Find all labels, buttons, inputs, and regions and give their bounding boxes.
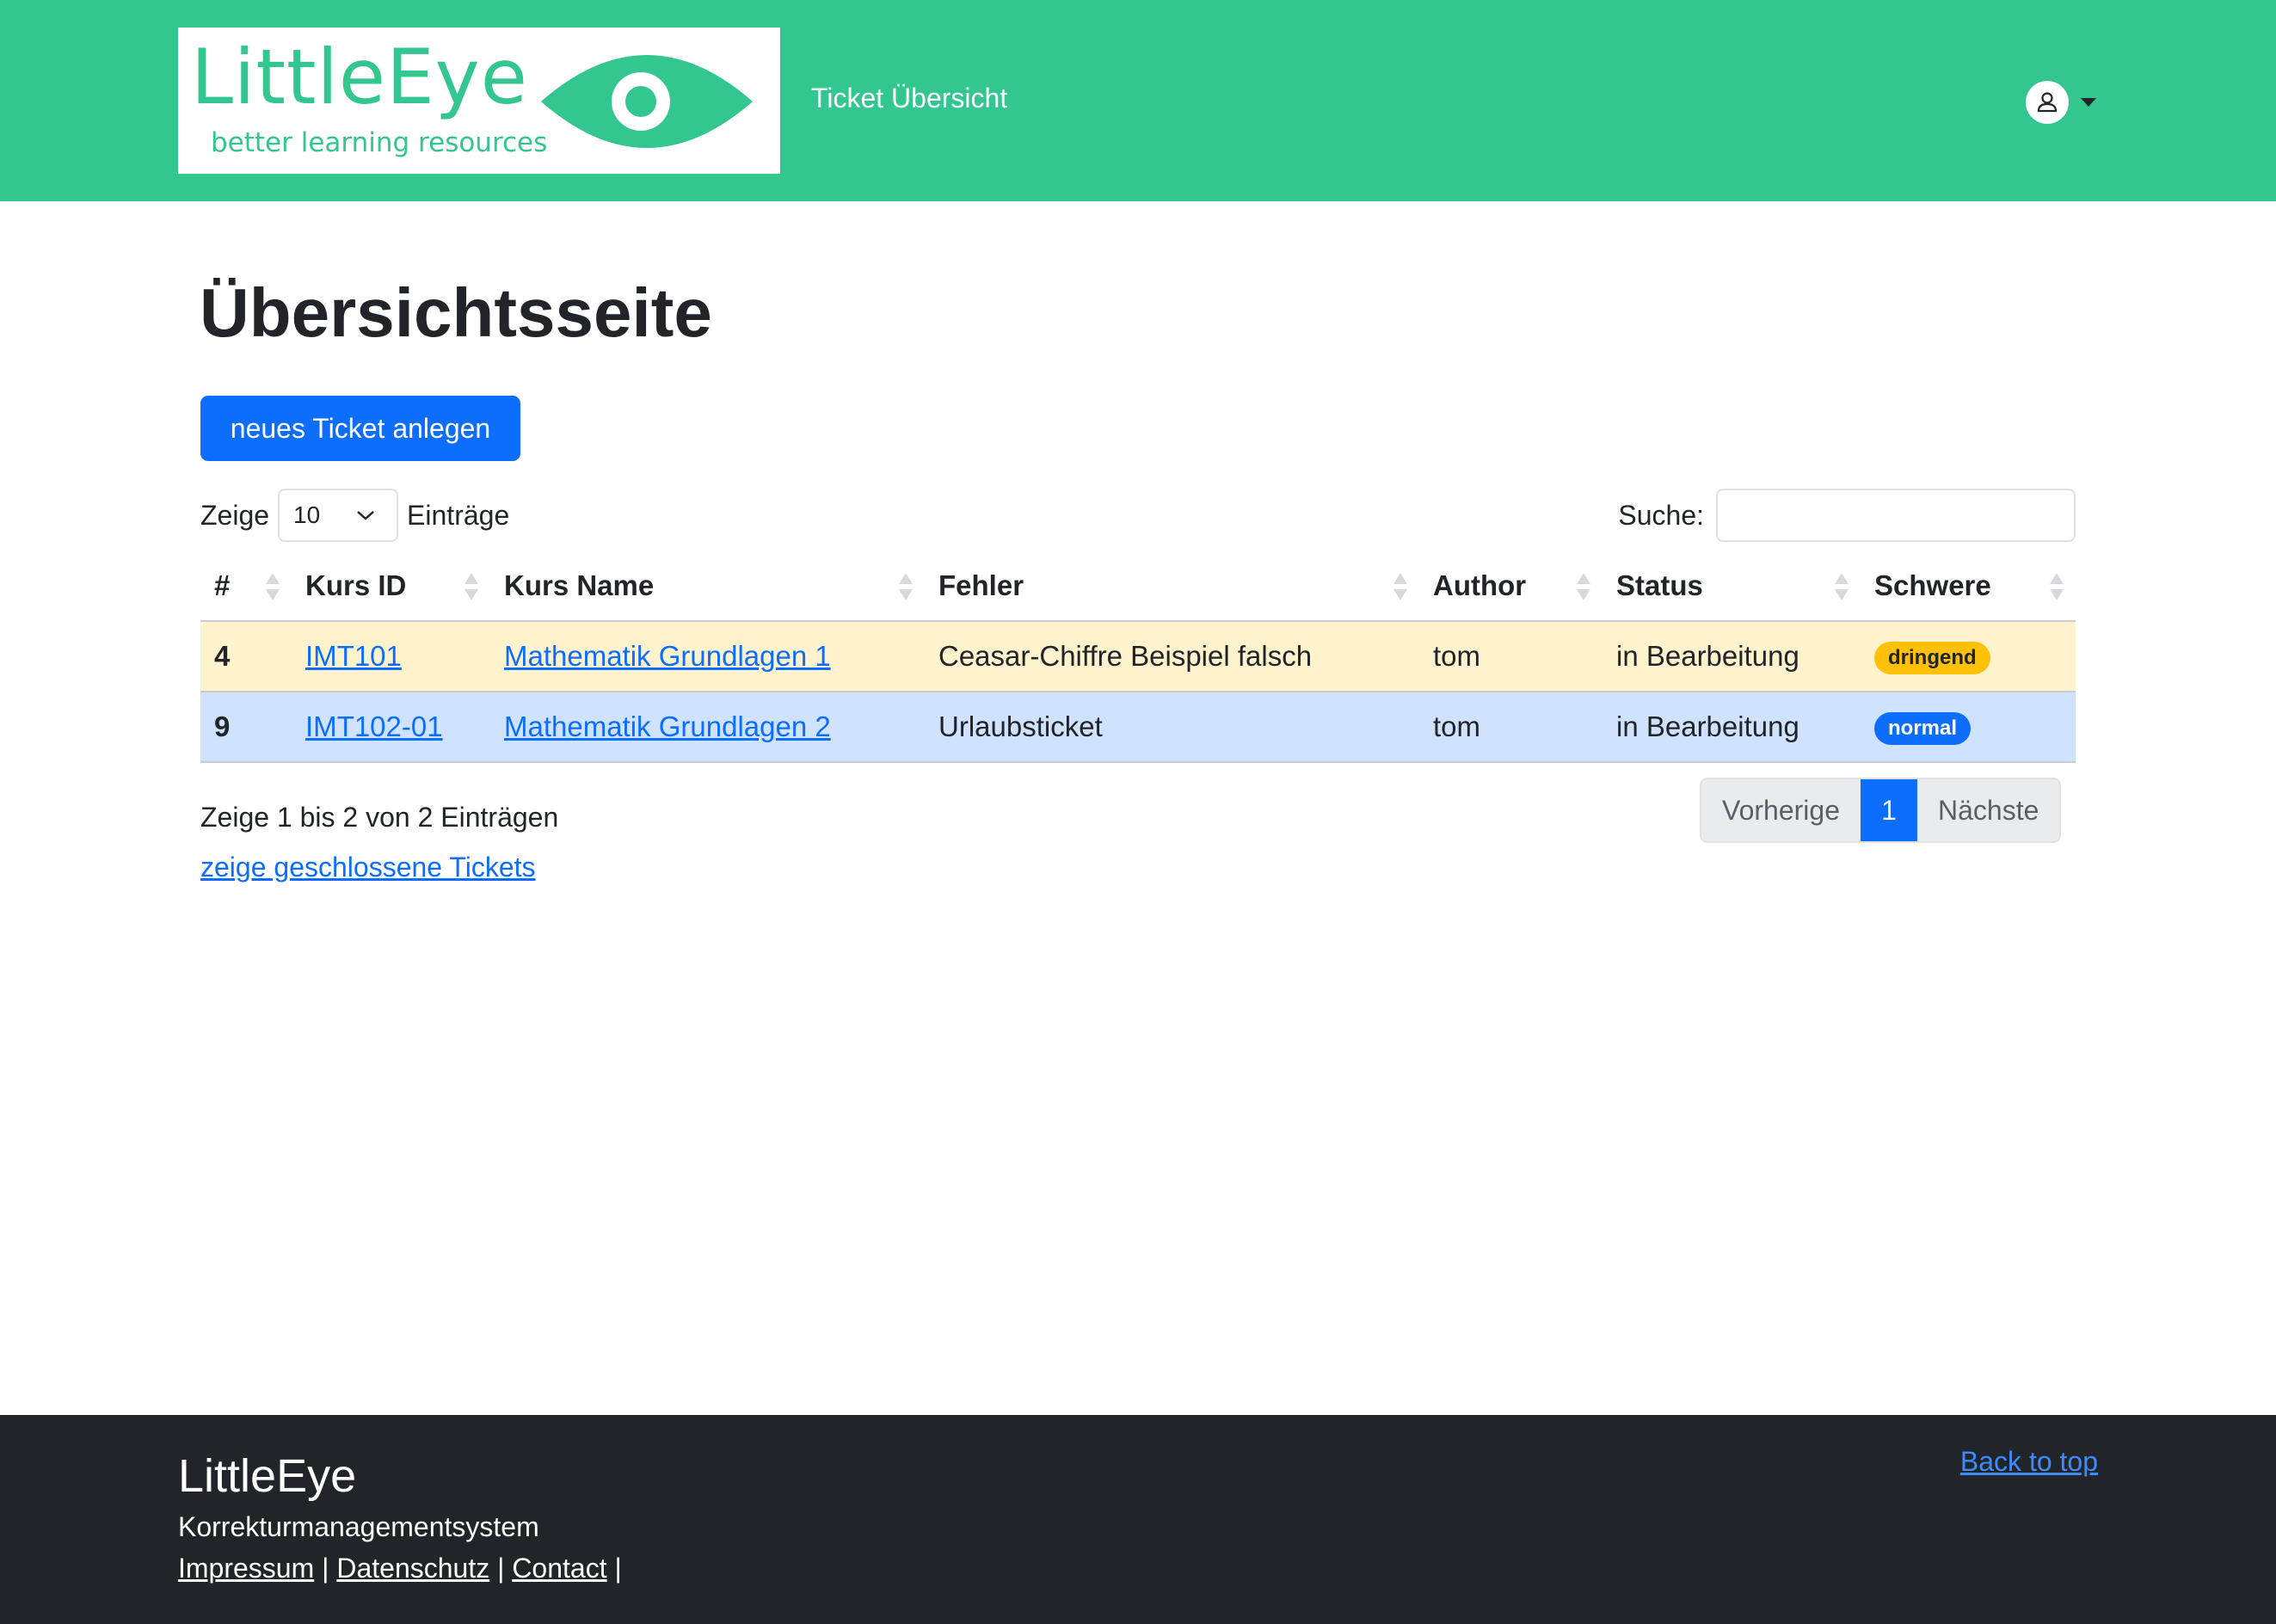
cell-course-name: Mathematik Grundlagen 1 — [490, 621, 925, 692]
cell-error: Urlaubsticket — [925, 692, 1419, 763]
cell-severity: dringend — [1861, 621, 2076, 692]
footer-subtitle: Korrekturmanagementsystem — [178, 1511, 539, 1542]
tickets-table: # Kurs ID Kurs Name Fehler Author Status… — [200, 551, 2076, 763]
cell-author: tom — [1419, 621, 1602, 692]
page-title: Übersichtsseite — [200, 274, 712, 351]
chevron-down-icon — [2081, 98, 2096, 107]
table-row: 4 IMT101 Mathematik Grundlagen 1 Ceasar-… — [200, 621, 2076, 692]
cell-course-name: Mathematik Grundlagen 2 — [490, 692, 925, 763]
cell-id: 9 — [200, 692, 292, 763]
sort-icon — [1575, 571, 1592, 602]
show-closed-tickets-link[interactable]: zeige geschlossene Tickets — [200, 852, 536, 883]
column-header-severity[interactable]: Schwere — [1861, 551, 2076, 622]
course-id-link[interactable]: IMT102-01 — [305, 710, 443, 742]
footer-link-impressum[interactable]: Impressum — [178, 1553, 314, 1584]
column-header-course-name[interactable]: Kurs Name — [490, 551, 925, 622]
footer-separator: | — [322, 1553, 329, 1584]
footer-title: LittleEye — [178, 1450, 357, 1502]
course-id-link[interactable]: IMT101 — [305, 640, 402, 672]
pagination-previous[interactable]: Vorherige — [1701, 779, 1861, 841]
user-icon — [2026, 81, 2069, 124]
nav-ticket-overview[interactable]: Ticket Übersicht — [811, 83, 1007, 114]
cell-status: in Bearbeitung — [1602, 621, 1861, 692]
cell-error: Ceasar-Chiffre Beispiel falsch — [925, 621, 1419, 692]
table-info: Zeige 1 bis 2 von 2 Einträgen — [200, 802, 559, 833]
sort-icon — [463, 571, 480, 602]
course-name-link[interactable]: Mathematik Grundlagen 2 — [504, 710, 831, 742]
cell-severity: normal — [1861, 692, 2076, 763]
sort-icon — [264, 571, 281, 602]
severity-badge: dringend — [1874, 642, 1990, 674]
new-ticket-button[interactable]: neues Ticket anlegen — [200, 396, 520, 461]
table-row: 9 IMT102-01 Mathematik Grundlagen 2 Urla… — [200, 692, 2076, 763]
logo-subtitle: better learning resources — [211, 127, 548, 158]
footer-separator: | — [497, 1553, 505, 1584]
sort-icon — [897, 571, 914, 602]
length-value: 10 — [293, 501, 321, 528]
sort-icon — [1833, 571, 1850, 602]
severity-badge: normal — [1874, 712, 1972, 745]
search-control: Suche: — [1618, 489, 2076, 542]
entries-length-control: Zeige 10 Einträge — [200, 489, 509, 542]
column-header-author[interactable]: Author — [1419, 551, 1602, 622]
column-header-id[interactable]: # — [200, 551, 292, 622]
column-header-error[interactable]: Fehler — [925, 551, 1419, 622]
length-prefix: Zeige — [200, 499, 270, 531]
cell-id: 4 — [200, 621, 292, 692]
cell-course-id: IMT101 — [292, 621, 490, 692]
table-header-row: # Kurs ID Kurs Name Fehler Author Status… — [200, 551, 2076, 622]
search-label: Suche: — [1618, 499, 1704, 531]
cell-status: in Bearbeitung — [1602, 692, 1861, 763]
footer-links: Impressum | Datenschutz | Contact | — [178, 1553, 622, 1584]
user-menu-dropdown[interactable] — [2026, 80, 2103, 125]
back-to-top-link[interactable]: Back to top — [1960, 1446, 2098, 1478]
course-name-link[interactable]: Mathematik Grundlagen 1 — [504, 640, 831, 672]
cell-author: tom — [1419, 692, 1602, 763]
cell-course-id: IMT102-01 — [292, 692, 490, 763]
search-input[interactable] — [1716, 489, 2076, 542]
logo-title: LittleEye — [191, 33, 528, 121]
eye-icon — [541, 55, 753, 148]
pagination-next[interactable]: Nächste — [1916, 779, 2060, 841]
sort-icon — [2048, 571, 2065, 602]
chevron-down-icon — [357, 511, 374, 520]
column-header-status[interactable]: Status — [1602, 551, 1861, 622]
logo[interactable]: LittleEye better learning resources — [178, 28, 780, 174]
column-header-course-id[interactable]: Kurs ID — [292, 551, 490, 622]
footer: LittleEye Korrekturmanagementsystem Impr… — [0, 1415, 2276, 1624]
sort-icon — [1392, 571, 1409, 602]
navbar: LittleEye better learning resources Tick… — [0, 0, 2276, 201]
pagination: Vorherige 1 Nächste — [1700, 778, 2062, 843]
pagination-page-1[interactable]: 1 — [1860, 779, 1917, 841]
footer-link-contact[interactable]: Contact — [512, 1553, 606, 1584]
footer-link-datenschutz[interactable]: Datenschutz — [336, 1553, 489, 1584]
length-suffix: Einträge — [407, 499, 510, 531]
entries-per-page-select[interactable]: 10 — [278, 489, 399, 542]
footer-separator: | — [614, 1553, 622, 1584]
